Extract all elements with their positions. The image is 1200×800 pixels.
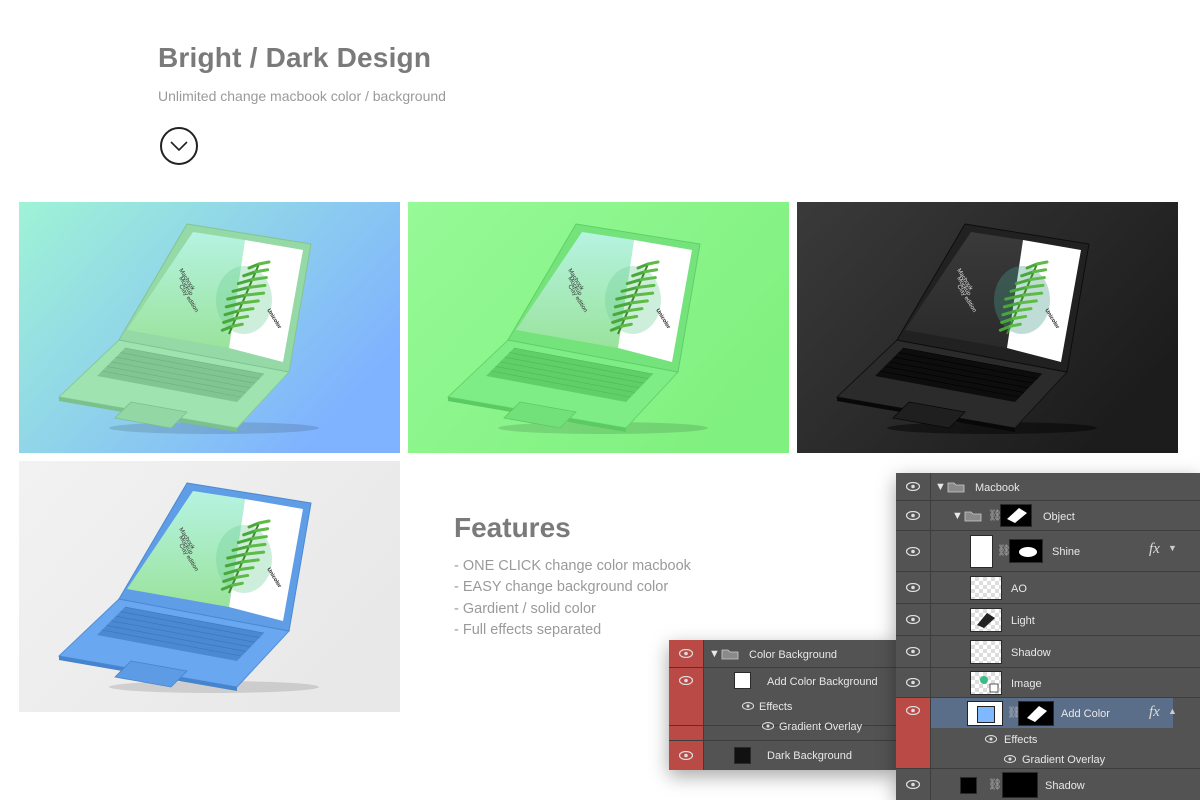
layer-label: Shadow bbox=[1011, 647, 1051, 659]
visibility-eye-icon[interactable] bbox=[896, 636, 931, 667]
visibility-eye-icon[interactable] bbox=[896, 604, 931, 635]
layers-panel-macbook: ▼ Macbook ▼ ⛓ Object ⛓ Shine fx ▼ AO Lig… bbox=[896, 473, 1200, 800]
mask-thumbnail bbox=[1018, 701, 1054, 726]
layer-label: Shadow bbox=[1045, 780, 1085, 792]
laptop-mockup-illustration: MacbookMockupClay editionUnicolor bbox=[408, 202, 789, 453]
expand-triangle-icon[interactable]: ▼ bbox=[952, 510, 963, 522]
color-swatch bbox=[977, 706, 995, 723]
feature-item: - Gardient / solid color bbox=[454, 600, 596, 617]
folder-icon bbox=[964, 511, 982, 522]
page-subtitle: Unlimited change macbook color / backgro… bbox=[158, 88, 446, 104]
visibility-eye-icon[interactable] bbox=[896, 501, 931, 530]
laptop-mockup-illustration: MacbookMockupClay editionUnicolor bbox=[19, 461, 400, 712]
mockup-tile-light: Macbook Mockup Clay edition Unicolor bbox=[19, 461, 400, 712]
visibility-eye-icon[interactable] bbox=[896, 698, 931, 768]
layer-label: Light bbox=[1011, 615, 1035, 627]
layer-row-color-background[interactable]: ▼ Color Background bbox=[669, 640, 897, 668]
layer-label: Add Color Background bbox=[767, 676, 878, 688]
mask-thumbnail bbox=[1002, 772, 1038, 798]
visibility-eye-icon[interactable] bbox=[896, 531, 931, 571]
layer-label: Object bbox=[1043, 511, 1075, 523]
fx-icon[interactable]: fx bbox=[1149, 704, 1160, 721]
folder-icon bbox=[721, 649, 739, 660]
page-title: Bright / Dark Design bbox=[158, 42, 432, 73]
chevron-down-icon bbox=[170, 141, 188, 151]
scroll-arrow-down-icon[interactable]: ▼ bbox=[1168, 543, 1177, 553]
folder-icon bbox=[947, 482, 965, 493]
smart-object-thumbnail bbox=[970, 671, 1002, 695]
layer-row-shadow[interactable]: Shadow bbox=[896, 636, 1200, 668]
fill-thumbnail bbox=[960, 777, 977, 794]
layer-row-image[interactable]: Image bbox=[896, 668, 1200, 698]
visibility-eye-icon[interactable] bbox=[896, 769, 931, 800]
expand-triangle-icon[interactable]: ▼ bbox=[709, 648, 720, 660]
effects-label: Effects bbox=[759, 701, 793, 713]
effect-label: Gradient Overlay bbox=[779, 721, 863, 733]
layer-row-light[interactable]: Light bbox=[896, 604, 1200, 636]
layer-row-add-color-background[interactable]: Add Color Background Effects bbox=[669, 668, 897, 726]
laptop-mockup-illustration: MacbookMockupClay editionUnicolor bbox=[19, 202, 400, 453]
layer-row-macbook[interactable]: ▼ Macbook bbox=[896, 473, 1200, 501]
layer-row-add-color[interactable]: ⛓ Add Color fx ▲ Effects Gradient Overla… bbox=[896, 698, 1200, 769]
mockup-tile-dark: Macbook Mockup Clay edition Unicolor bbox=[797, 202, 1178, 453]
layer-label: Shine bbox=[1052, 546, 1081, 558]
layer-row-ao[interactable]: AO bbox=[896, 572, 1200, 604]
fx-icon[interactable]: fx bbox=[1149, 541, 1160, 558]
layer-row-shine[interactable]: ⛓ Shine fx ▼ bbox=[896, 531, 1200, 572]
mask-thumbnail bbox=[1000, 504, 1032, 527]
effect-eye-icon[interactable] bbox=[1004, 755, 1016, 763]
layer-thumbnail bbox=[970, 640, 1002, 664]
layer-label: Add Color bbox=[1061, 708, 1110, 720]
scroll-down-button[interactable] bbox=[160, 127, 198, 165]
smart-object-thumbnail bbox=[970, 535, 993, 568]
feature-item: - EASY change background color bbox=[454, 579, 669, 596]
layer-label: Dark Background bbox=[767, 750, 852, 762]
expand-triangle-icon[interactable]: ▼ bbox=[935, 481, 946, 493]
feature-item: - Full effects separated bbox=[454, 621, 602, 638]
effect-eye-icon[interactable] bbox=[762, 722, 774, 730]
layer-label: Image bbox=[1011, 678, 1042, 690]
mockup-tile-green: Macbook Mockup Clay edition Unicolor bbox=[408, 202, 789, 453]
visibility-eye-icon[interactable] bbox=[896, 668, 931, 697]
features-list: - ONE CLICK change color macbook - EASY … bbox=[454, 556, 691, 641]
layer-row-object[interactable]: ▼ ⛓ Object bbox=[896, 501, 1200, 531]
link-icon: ⛓ bbox=[988, 779, 1002, 791]
features-title: Features bbox=[454, 512, 571, 543]
mask-thumbnail bbox=[1009, 539, 1043, 563]
layer-thumbnail bbox=[970, 576, 1002, 600]
visibility-eye-icon[interactable] bbox=[669, 668, 704, 725]
layer-thumbnail bbox=[734, 672, 751, 689]
layers-panel-background: ▼ Color Background Add Color Background … bbox=[669, 640, 897, 770]
effects-eye-icon[interactable] bbox=[742, 702, 754, 710]
mockup-tile-gradient: Macbook Mockup Clay edition Unicolor bbox=[19, 202, 400, 453]
feature-item: - ONE CLICK change color macbook bbox=[454, 558, 691, 574]
layer-label: AO bbox=[1011, 583, 1027, 595]
layer-row-shadow-bottom[interactable]: ⛓ Shadow bbox=[896, 769, 1200, 800]
layer-row-dark-background[interactable]: Dark Background bbox=[669, 740, 897, 770]
layer-thumbnail bbox=[970, 608, 1002, 632]
effects-eye-icon[interactable] bbox=[985, 735, 997, 743]
effects-label: Effects bbox=[1004, 734, 1038, 746]
layer-thumbnail bbox=[734, 747, 751, 764]
laptop-mockup-illustration: MacbookMockupClay editionUnicolor bbox=[797, 202, 1178, 453]
layer-label: Color Background bbox=[749, 649, 838, 661]
visibility-eye-icon[interactable] bbox=[896, 473, 931, 500]
visibility-eye-icon[interactable] bbox=[669, 640, 704, 667]
fill-thumbnail bbox=[967, 701, 1003, 726]
visibility-eye-icon[interactable] bbox=[896, 572, 931, 603]
layer-label: Macbook bbox=[975, 482, 1020, 494]
visibility-eye-icon[interactable] bbox=[669, 741, 704, 770]
effect-label: Gradient Overlay bbox=[1022, 754, 1106, 766]
scroll-arrow-up-icon[interactable]: ▲ bbox=[1168, 706, 1177, 716]
